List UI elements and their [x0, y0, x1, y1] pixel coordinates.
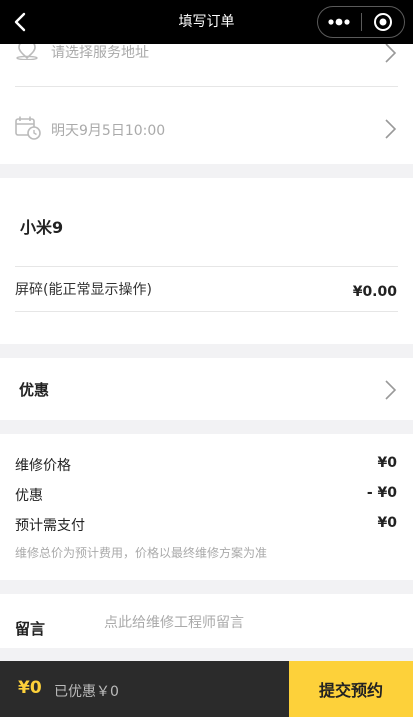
- estimated-pay-label: 预计需支付: [15, 518, 85, 534]
- more-button[interactable]: [318, 7, 361, 37]
- nav-bar: 填写订单: [0, 0, 413, 44]
- service-info-section: 请选择服务地址 明天9月5日10:00: [0, 39, 413, 164]
- price-note: 维修总价为预计费用，价格以最终维修方案为准: [15, 546, 268, 560]
- service-time-value: 明天9月5日10:00: [51, 123, 166, 139]
- chevron-right-icon: [385, 380, 397, 400]
- divider: [15, 311, 398, 312]
- discounted-amount: 已优惠￥0: [54, 684, 119, 700]
- fault-label: 屏碎(能正常显示操作): [15, 282, 152, 298]
- summary-discount-label: 优惠: [15, 488, 43, 504]
- more-dots-icon: [328, 18, 350, 26]
- price-summary-section: 维修价格 ¥0 优惠 - ¥0 预计需支付 ¥0 维修总价为预计费用，价格以最终…: [0, 434, 413, 580]
- total-panel: ¥0 已优惠￥0: [0, 661, 289, 717]
- fault-price: ¥0.00: [352, 284, 397, 300]
- discount-row[interactable]: 优惠: [0, 358, 413, 420]
- close-mini-program-button[interactable]: [362, 7, 405, 37]
- address-placeholder: 请选择服务地址: [51, 45, 149, 61]
- chevron-right-icon: [385, 43, 397, 63]
- estimated-pay-value: ¥0: [377, 515, 397, 531]
- message-section: 留言 点此给维修工程师留言: [0, 594, 413, 648]
- submit-button[interactable]: 提交预约: [289, 661, 413, 717]
- total-amount: ¥0: [18, 678, 42, 698]
- device-section: 小米9 屏碎(能正常显示操作) ¥0.00: [0, 178, 413, 344]
- divider: [15, 266, 398, 267]
- bottom-bar: ¥0 已优惠￥0 提交预约: [0, 661, 413, 717]
- summary-discount-value: - ¥0: [366, 485, 397, 501]
- target-circle-icon: [373, 13, 392, 31]
- discount-label: 优惠: [19, 381, 50, 399]
- time-row[interactable]: 明天9月5日10:00: [0, 87, 413, 164]
- repair-price-label: 维修价格: [15, 458, 71, 474]
- message-label: 留言: [15, 620, 46, 638]
- address-row[interactable]: 请选择服务地址: [0, 39, 413, 86]
- chevron-right-icon: [385, 119, 397, 139]
- device-model: 小米9: [20, 218, 64, 237]
- calendar-clock-icon: [15, 116, 41, 140]
- message-input[interactable]: 点此给维修工程师留言: [104, 612, 244, 632]
- repair-price-value: ¥0: [377, 455, 397, 471]
- mini-program-capsule: [317, 6, 405, 38]
